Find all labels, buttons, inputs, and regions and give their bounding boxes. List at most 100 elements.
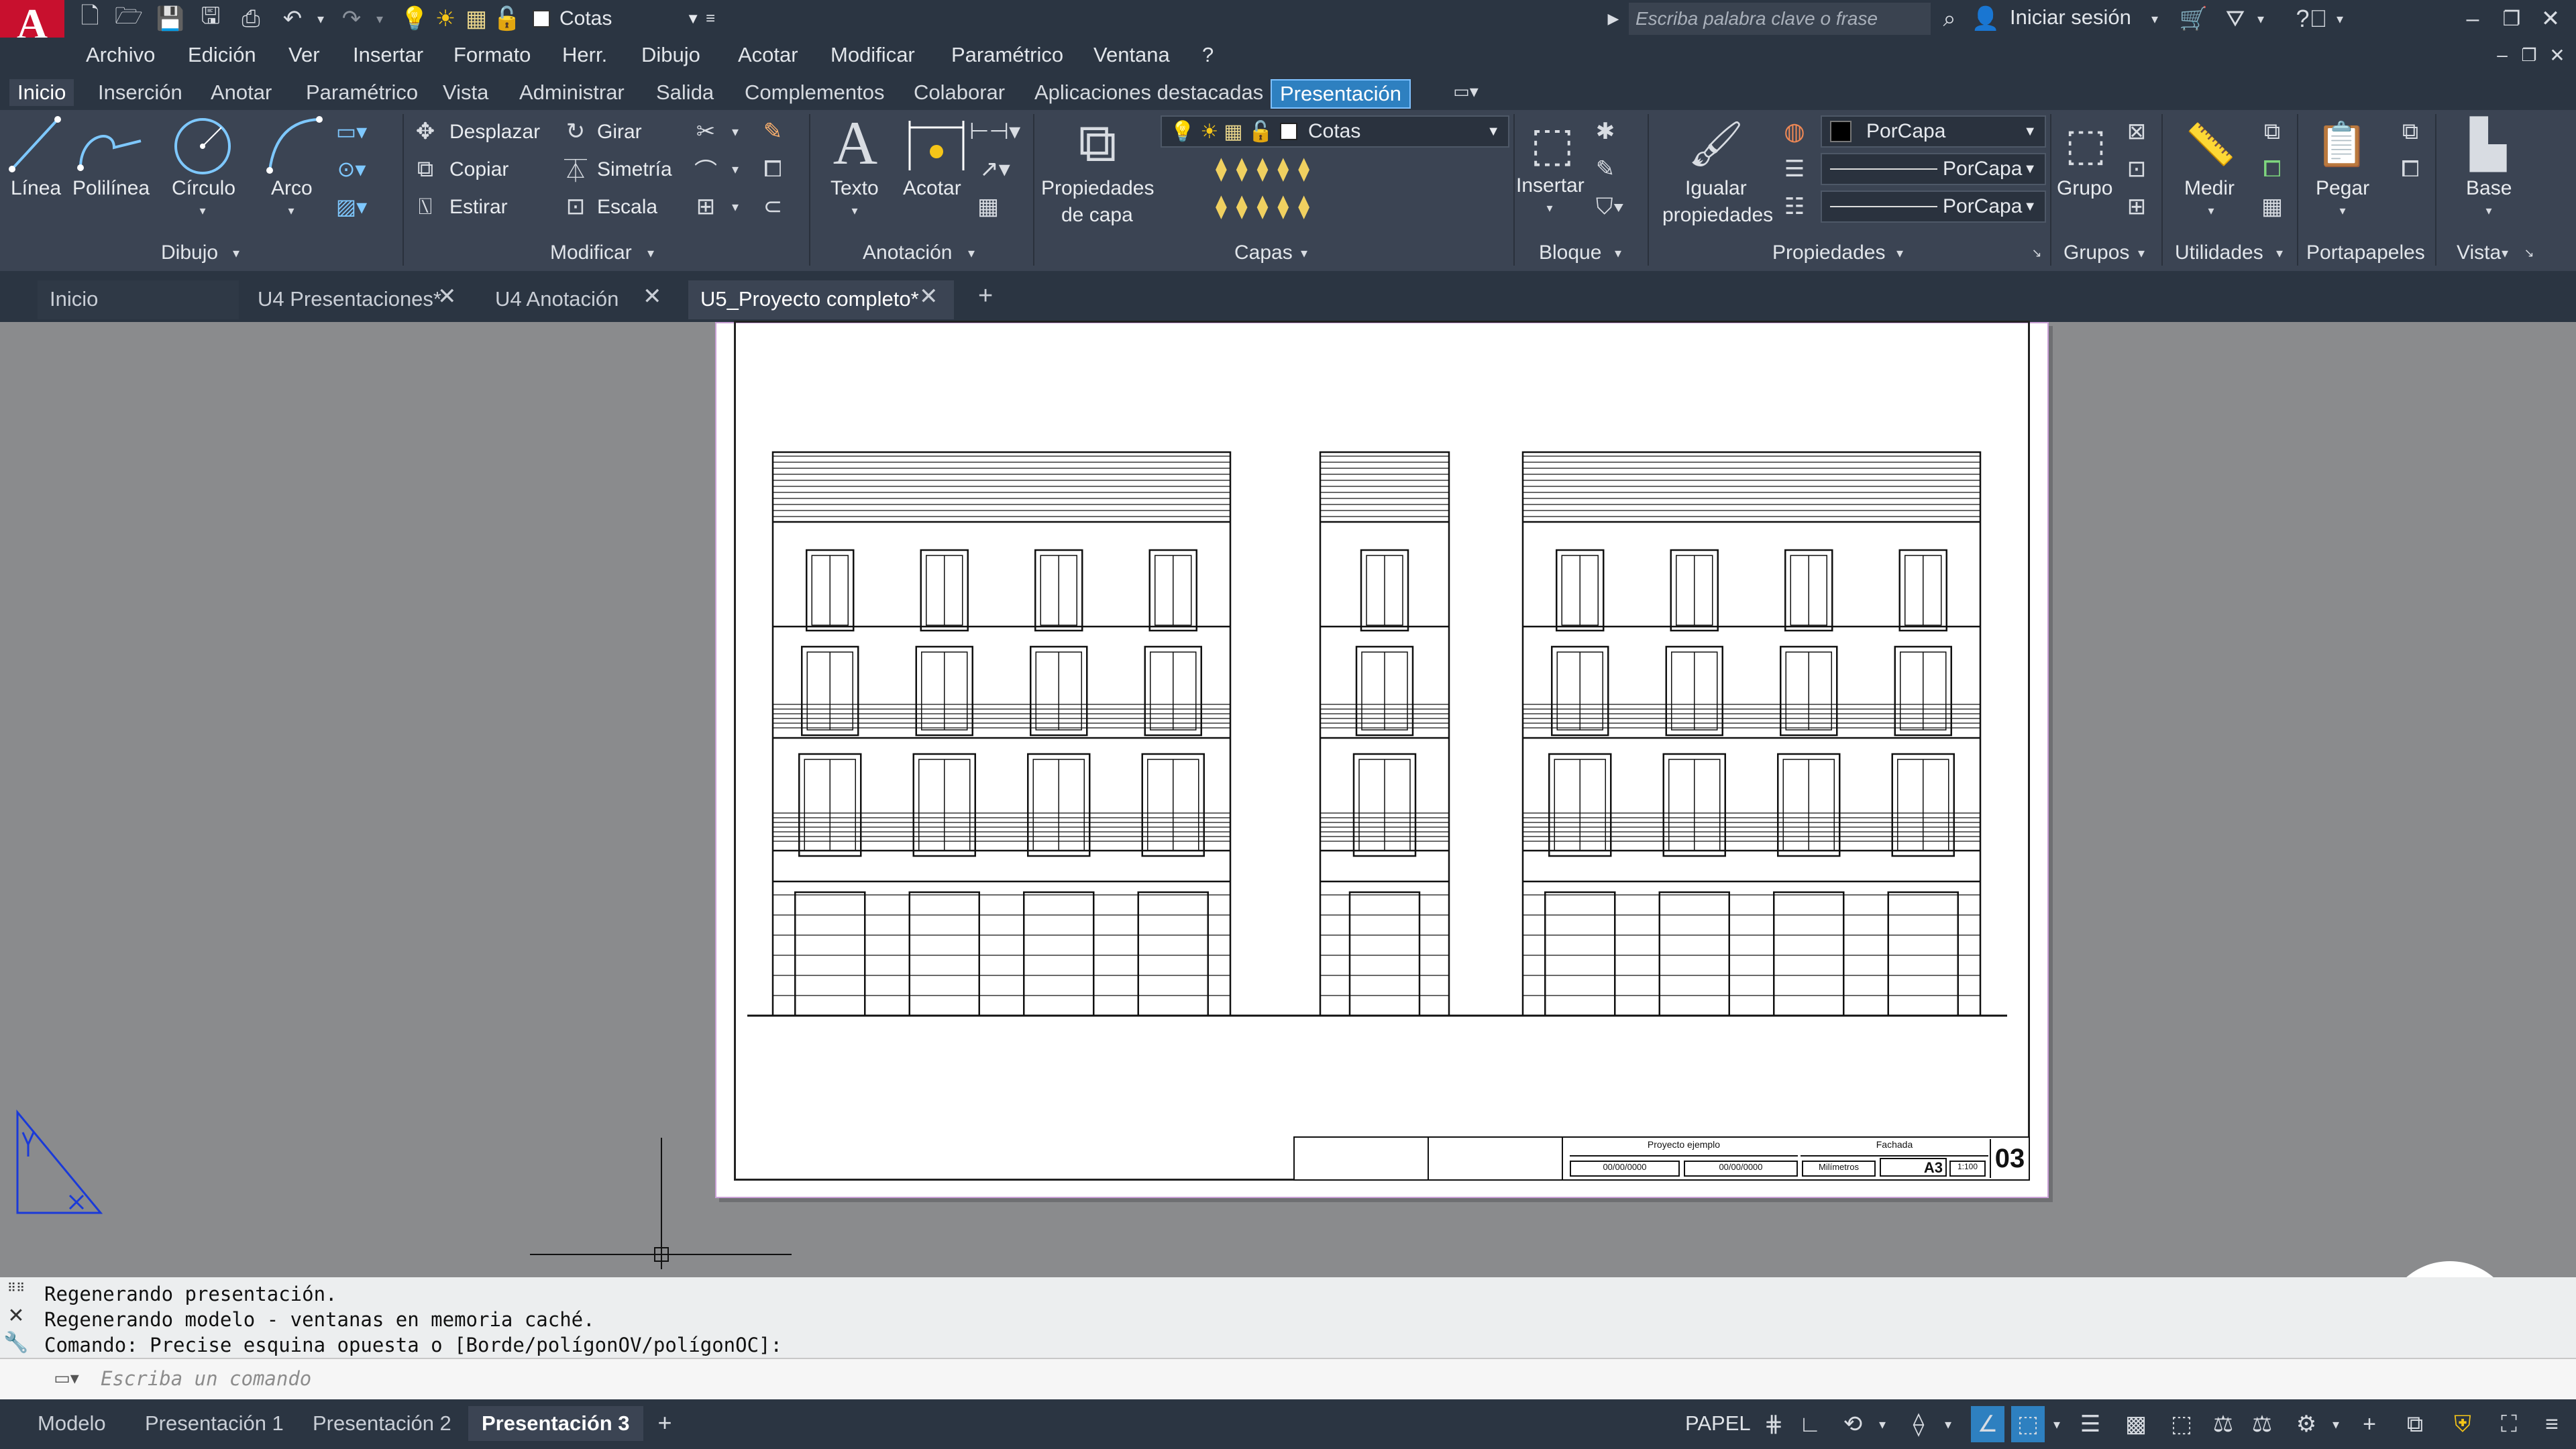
close-tab-icon[interactable]: ✕ — [919, 283, 938, 310]
stretch-label[interactable]: Estirar — [449, 196, 508, 219]
cart-icon[interactable]: 🛒 — [2179, 4, 2208, 34]
edit-block-icon[interactable]: ✎ — [1590, 154, 1621, 184]
menu-parametrico[interactable]: Paramétrico — [951, 43, 1063, 67]
trim-dropdown-icon[interactable]: ▾ — [727, 119, 743, 144]
lock-icon[interactable]: 🔓 — [493, 4, 521, 34]
lineweight-dropdown[interactable]: PorCapa ▼ — [1821, 153, 2046, 185]
object-snap-tracking-icon[interactable]: ∠ — [1971, 1406, 2004, 1442]
redo-icon[interactable]: ↷ — [337, 4, 366, 34]
doc-tab-u4-presentaciones[interactable]: U4 Presentaciones* — [246, 280, 453, 319]
ribbon-launcher-icon[interactable]: ↘ — [2521, 241, 2537, 264]
insert-dropdown-icon[interactable]: ▾ — [1542, 200, 1558, 216]
user-icon[interactable]: 👤 — [1972, 4, 2000, 34]
lightbulb-icon[interactable]: 💡 — [400, 4, 429, 34]
measure-icon[interactable]: 📏 — [2180, 114, 2241, 174]
tab-aplicaciones[interactable]: Aplicaciones destacadas — [1026, 79, 1271, 106]
workspace-dropdown-icon[interactable]: ▾ — [2328, 1407, 2344, 1441]
panel-title-anotacion[interactable]: Anotación — [863, 241, 952, 264]
fillet-dropdown-icon[interactable]: ▾ — [727, 157, 743, 181]
create-block-icon[interactable]: ✱ — [1590, 117, 1621, 146]
bloque-panel-dropdown-icon[interactable]: ▾ — [1610, 241, 1626, 264]
close-command-icon[interactable]: ✕ — [4, 1304, 28, 1327]
grip-icon[interactable]: ⠿⠿ — [4, 1281, 28, 1295]
panel-title-dibujo[interactable]: Dibujo — [161, 241, 218, 264]
ungroup-icon[interactable]: ⊠ — [2121, 117, 2152, 146]
leader-icon[interactable]: ↗▾ — [971, 154, 1018, 184]
panel-title-grupos[interactable]: Grupos — [2063, 241, 2129, 264]
base-view-label[interactable]: Base — [2466, 177, 2512, 200]
array-dropdown-icon[interactable]: ▾ — [727, 195, 743, 219]
copy-icon[interactable]: ⧉ — [411, 154, 440, 184]
insert-block-icon[interactable]: ⬚ — [1520, 114, 1585, 174]
measure-label[interactable]: Medir — [2184, 177, 2235, 200]
scale-icon[interactable]: ⊡ — [561, 192, 590, 221]
selection-cycling-icon[interactable]: ⬚ — [2167, 1407, 2196, 1441]
customize-toolbar-icon[interactable]: ≡ — [700, 4, 720, 34]
quick-layer-combo[interactable]: Cotas ▼ — [533, 4, 700, 34]
annotation-monitor-icon[interactable]: + — [2355, 1407, 2384, 1441]
tab-vista[interactable]: Vista — [435, 79, 496, 106]
lineweight-toggle-icon[interactable]: ☰ — [2076, 1407, 2105, 1441]
menu-dibujo[interactable]: Dibujo — [641, 43, 700, 67]
propiedades-panel-dropdown-icon[interactable]: ▾ — [1892, 241, 1908, 264]
object-snap-dropdown-icon[interactable]: ▾ — [2049, 1407, 2065, 1441]
panel-title-capas[interactable]: Capas — [1234, 241, 1293, 264]
menu-formato[interactable]: Formato — [453, 43, 531, 67]
polyline-tool-label[interactable]: Polilínea — [72, 177, 150, 200]
freeze-layer-icon[interactable]: ▦ — [463, 4, 490, 34]
panel-title-modificar[interactable]: Modificar — [550, 241, 632, 264]
tab-administrar[interactable]: Administrar — [511, 79, 633, 106]
modificar-panel-dropdown-icon[interactable]: ▾ — [643, 241, 659, 264]
fillet-icon[interactable]: ⌒ — [691, 154, 720, 184]
annotation-scale-icon[interactable]: ⚖ — [2247, 1407, 2277, 1441]
dibujo-panel-dropdown-icon[interactable]: ▾ — [228, 241, 244, 264]
help-icon[interactable]: ?⃝ — [2296, 4, 2327, 34]
quick-select-icon[interactable]: ⧉ — [2257, 117, 2288, 146]
drawing-canvas[interactable]: Proyecto ejemplo Fachada 00/00/0000 00/0… — [0, 321, 2576, 1395]
workspace-gear-icon[interactable]: ⚙ — [2292, 1407, 2321, 1441]
menu-archivo[interactable]: Archivo — [86, 43, 155, 67]
save-icon[interactable]: 💾 — [156, 4, 185, 34]
utilidades-panel-dropdown-icon[interactable]: ▾ — [2271, 241, 2288, 264]
circle-tool-icon[interactable] — [170, 114, 235, 178]
tab-inicio[interactable]: Inicio — [9, 79, 74, 106]
calculator-icon[interactable]: ▦ — [2257, 192, 2288, 221]
match-properties-label-2[interactable]: propiedades — [1662, 204, 1773, 227]
erase-icon[interactable]: ✎ — [758, 117, 788, 146]
tab-colaborar[interactable]: Colaborar — [906, 79, 1013, 106]
text-icon[interactable]: A — [825, 109, 885, 177]
layer-properties-label-1[interactable]: Propiedades — [1041, 177, 1154, 200]
stretch-icon[interactable]: ⍂ — [411, 192, 440, 221]
signin-label[interactable]: Iniciar sesión — [2010, 5, 2131, 30]
menu-edicion[interactable]: Edición — [188, 43, 256, 67]
save-as-icon[interactable]: 🖫 — [196, 3, 225, 34]
doc-minimize-icon[interactable]: – — [2490, 42, 2514, 68]
panel-title-portapapeles[interactable]: Portapapeles — [2306, 241, 2425, 264]
arc-tool-label[interactable]: Arco — [271, 177, 313, 200]
doc-tab-u5-proyecto[interactable]: U5_Proyecto completo* — [688, 280, 954, 319]
close-icon[interactable]: ✕ — [2536, 4, 2565, 34]
transparency-icon[interactable]: ▩ — [2121, 1407, 2151, 1441]
wrench-icon[interactable]: 🔧 — [3, 1331, 28, 1354]
dimension-icon[interactable] — [904, 114, 969, 174]
undo-dropdown-icon[interactable]: ▾ — [313, 4, 329, 34]
facade-drawing[interactable] — [716, 323, 2050, 1199]
attribute-icon[interactable]: ⛉▾ — [1590, 192, 1630, 221]
base-dropdown-icon[interactable]: ▾ — [2481, 203, 2497, 219]
move-icon[interactable]: ✥ — [411, 117, 440, 146]
offset-icon[interactable]: ⊂ — [758, 192, 788, 221]
match-properties-icon[interactable]: 🖌 — [1684, 114, 1748, 174]
panel-title-vista[interactable]: Vista — [2457, 241, 2501, 264]
rectangle-tool-icon[interactable]: ▭▾ — [333, 117, 370, 146]
match-properties-label-1[interactable]: Igualar — [1685, 177, 1747, 200]
base-view-icon[interactable]: ▙ — [2458, 114, 2518, 174]
undo-icon[interactable]: ↶ — [278, 4, 307, 34]
panel-title-utilidades[interactable]: Utilidades — [2175, 241, 2263, 264]
isolate-objects-icon[interactable]: ⛨ — [2446, 1406, 2479, 1442]
rotate-label[interactable]: Girar — [597, 121, 642, 144]
tab-parametrico[interactable]: Paramétrico — [298, 79, 426, 106]
paste-label[interactable]: Pegar — [2316, 177, 2369, 200]
mirror-label[interactable]: Simetría — [597, 158, 672, 181]
doc-tab-inicio[interactable]: Inicio — [38, 280, 239, 319]
move-label[interactable]: Desplazar — [449, 121, 540, 144]
